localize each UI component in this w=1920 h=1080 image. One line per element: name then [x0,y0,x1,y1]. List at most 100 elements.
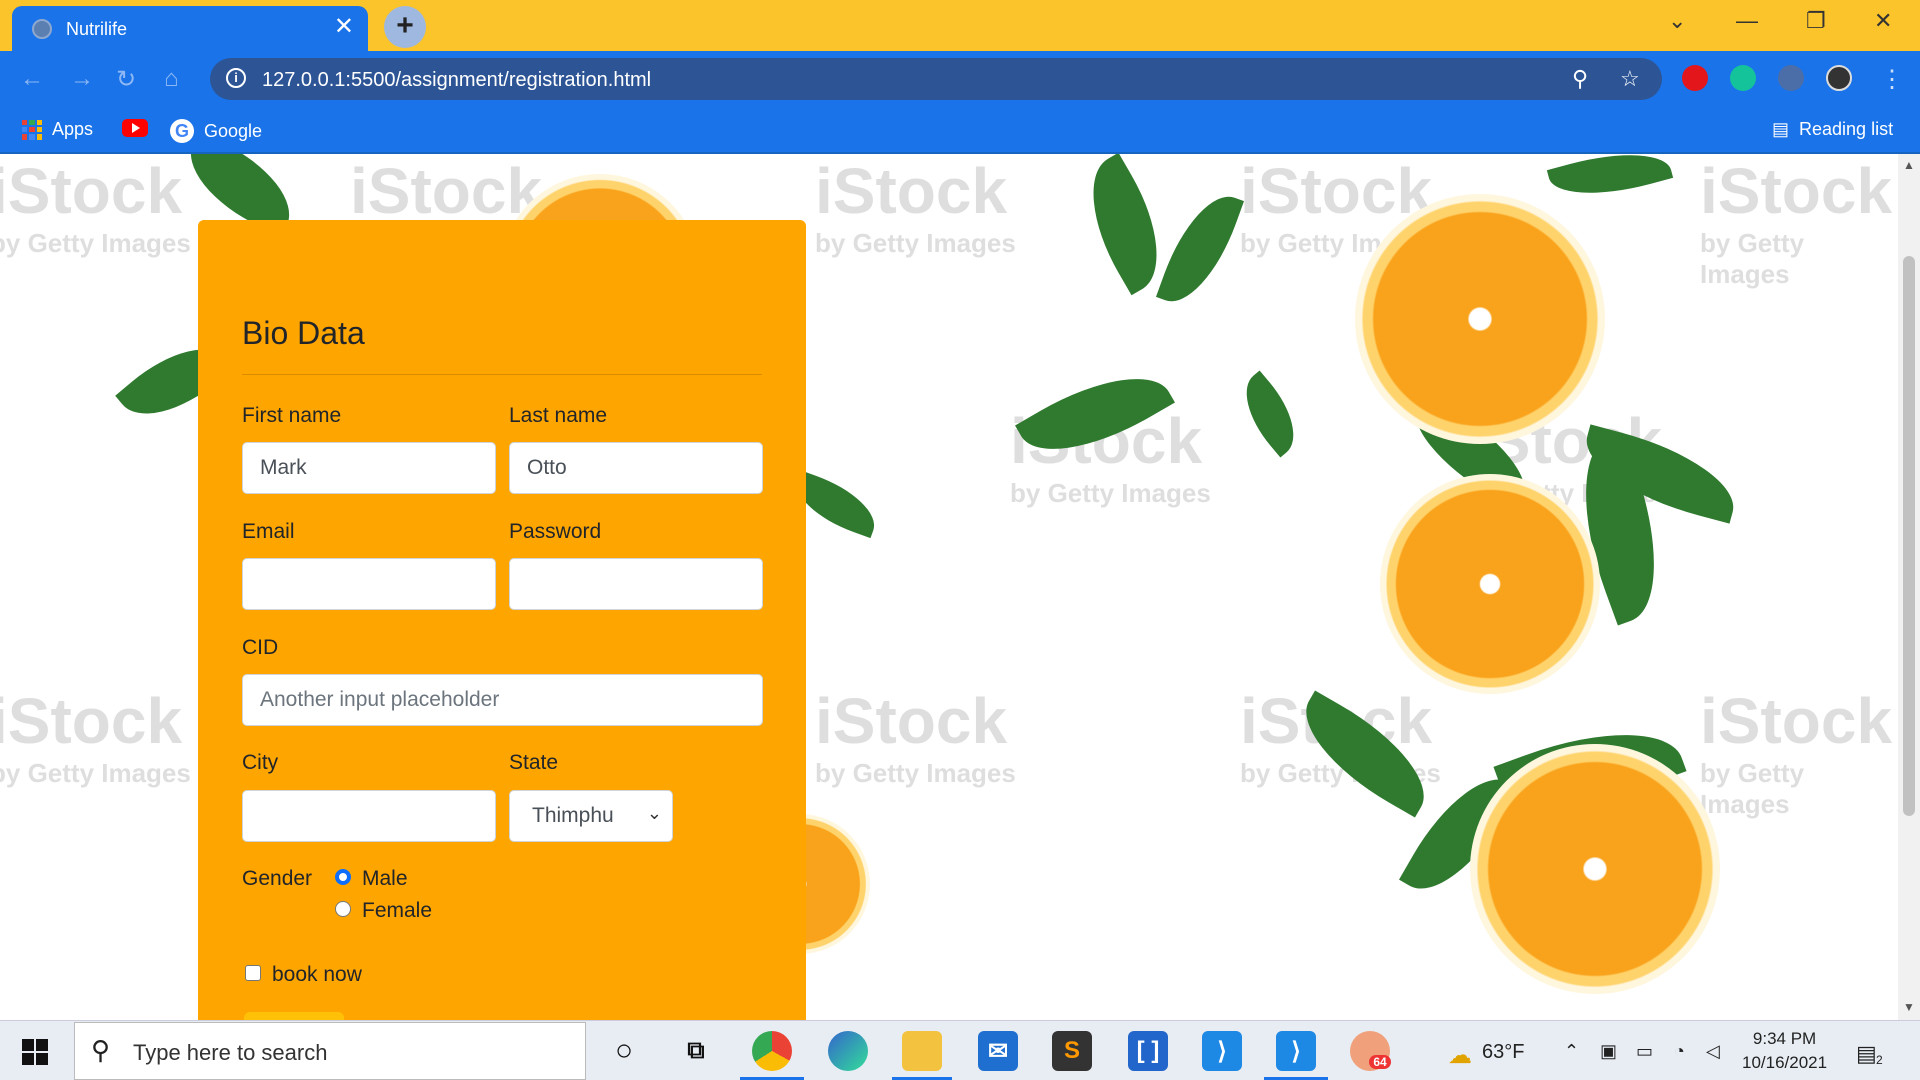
leaf-decoration [1546,154,1674,209]
windows-taskbar: ⚲ Type here to search ○ ⧉ ✉ S [ ] ⟩ ⟩ 64… [0,1020,1920,1080]
tab-title: Nutrilife [66,19,128,39]
wifi-icon[interactable]: ◔ [1674,1041,1685,1062]
state-label: State [509,751,559,774]
notification-center-icon[interactable]: ▤ [1856,1041,1877,1067]
taskbar-search-box[interactable]: ⚲ Type here to search [74,1022,586,1080]
profile-avatar[interactable] [1826,65,1852,91]
watermark: iStockby Getty Images [815,155,1016,258]
orange-slice [1380,474,1600,694]
chrome-icon[interactable] [752,1031,792,1071]
bookmarks-bar: Apps G Google ▤ Reading list [0,107,1920,154]
weather-temp[interactable]: 63°F [1482,1041,1524,1064]
back-icon[interactable]: ← [20,65,44,93]
password-input[interactable] [509,558,763,610]
youtube-icon [122,119,148,137]
cid-input[interactable] [242,674,763,726]
windows-start-icon[interactable] [22,1039,48,1065]
menu-kebab-icon[interactable]: ⋮ [1880,65,1904,94]
city-input[interactable] [242,790,496,842]
edge-icon[interactable] [828,1031,868,1071]
tab-close-icon[interactable]: ✕ [334,15,354,39]
address-bar[interactable]: i 127.0.0.1:5500/assignment/registration… [210,58,1662,100]
zoom-icon[interactable]: ⚲ [1572,66,1588,92]
password-label: Password [509,520,602,543]
file-explorer-icon[interactable] [902,1031,942,1071]
clock-date: 10/16/2021 [1742,1053,1828,1072]
bookmark-apps[interactable]: Apps [22,119,93,140]
reading-list-label: Reading list [1799,119,1894,139]
url-text[interactable]: 127.0.0.1:5500/assignment/registration.h… [262,69,651,92]
book-now-label[interactable]: book now [272,963,362,987]
gender-male-label[interactable]: Male [362,867,408,891]
restore-button[interactable]: ❐ [1806,8,1826,34]
watermark: iStockby Getty Images [1700,155,1893,289]
form-heading: Bio Data [242,315,365,351]
vscode-insiders-icon[interactable]: ⟩ [1276,1031,1316,1071]
watermark: iStockby Getty Images [815,685,1016,788]
scroll-thumb[interactable] [1903,256,1915,816]
last-name-label: Last name [509,404,608,427]
last-name-input[interactable] [509,442,763,494]
gender-male-radio[interactable] [335,869,351,885]
page-scrollbar[interactable]: ▲ ▼ [1898,154,1920,1020]
minimize-button[interactable]: — [1736,8,1758,34]
new-tab-button[interactable]: + [384,6,426,48]
gender-female-radio[interactable] [335,901,351,917]
reading-list[interactable]: ▤ Reading list [1772,119,1893,140]
orange-slice [1470,744,1720,994]
telegram-badge: 64 [1369,1055,1391,1069]
cortana-icon[interactable]: ○ [604,1031,644,1071]
bookmark-google[interactable]: G Google [170,119,262,143]
bookmark-apps-label: Apps [52,119,94,139]
apps-grid-icon [22,119,42,140]
leaf-decoration [1228,370,1312,458]
watermark: iStockby Getty Images [0,685,191,788]
mail-icon[interactable]: ✉ [978,1031,1018,1071]
cid-label: CID [242,636,279,659]
extensions-puzzle-icon[interactable] [1778,65,1804,91]
grammarly-extension-icon[interactable] [1730,65,1756,91]
brackets-icon[interactable]: [ ] [1128,1031,1168,1071]
tab-search-icon[interactable]: ⌄ [1668,8,1686,34]
browser-toolbar: ← → ↻ ⌂ i 127.0.0.1:5500/assignment/regi… [0,51,1920,107]
gender-label: Gender [242,867,313,890]
globe-icon [32,19,52,39]
tray-device-icon[interactable]: ▣ [1600,1041,1617,1062]
bookmark-google-label: Google [204,120,263,141]
telegram-icon[interactable]: 64 [1350,1031,1391,1071]
email-input[interactable] [242,558,496,610]
first-name-label: First name [242,404,342,427]
browser-title-bar: Nutrilife ✕ + ⌄ — ❐ ✕ [0,0,1920,51]
watermark: iStockby Getty Images [0,155,191,258]
volume-icon[interactable]: ◁ [1706,1041,1720,1062]
close-window-button[interactable]: ✕ [1874,8,1892,34]
leaf-decoration [1155,184,1245,314]
vscode-icon[interactable]: ⟩ [1202,1031,1242,1071]
watermark: iStockby Getty Images [1700,685,1893,819]
gender-female-label[interactable]: Female [362,899,432,923]
adblock-extension-icon[interactable] [1682,65,1708,91]
site-info-icon[interactable]: i [226,68,246,88]
battery-icon[interactable]: ▭ [1636,1041,1653,1062]
taskbar-search-placeholder: Type here to search [133,1040,328,1065]
task-view-icon[interactable]: ⧉ [676,1031,716,1071]
browser-tab[interactable]: Nutrilife ✕ [12,6,368,51]
sublime-text-icon[interactable]: S [1052,1031,1092,1071]
weather-icon[interactable]: ☁ [1448,1041,1472,1070]
reload-icon[interactable]: ↻ [116,65,136,94]
scroll-down-icon[interactable]: ▼ [1903,1000,1915,1014]
orange-slice [1355,194,1605,444]
scroll-up-icon[interactable]: ▲ [1903,158,1915,172]
forward-icon[interactable]: → [70,65,94,93]
clock-time: 9:34 PM [1752,1029,1817,1048]
first-name-input[interactable] [242,442,496,494]
city-label: City [242,751,279,774]
heading-divider [242,374,762,375]
taskbar-clock[interactable]: 9:34 PM 10/16/2021 [1742,1027,1827,1075]
state-select[interactable]: Thimphu ⌄ [509,790,673,842]
home-icon[interactable]: ⌂ [164,65,179,93]
tray-chevron-up-icon[interactable]: ⌃ [1564,1041,1579,1062]
book-now-checkbox[interactable] [245,965,261,981]
bookmark-star-icon[interactable]: ☆ [1620,66,1640,92]
bookmark-youtube[interactable] [122,119,148,137]
